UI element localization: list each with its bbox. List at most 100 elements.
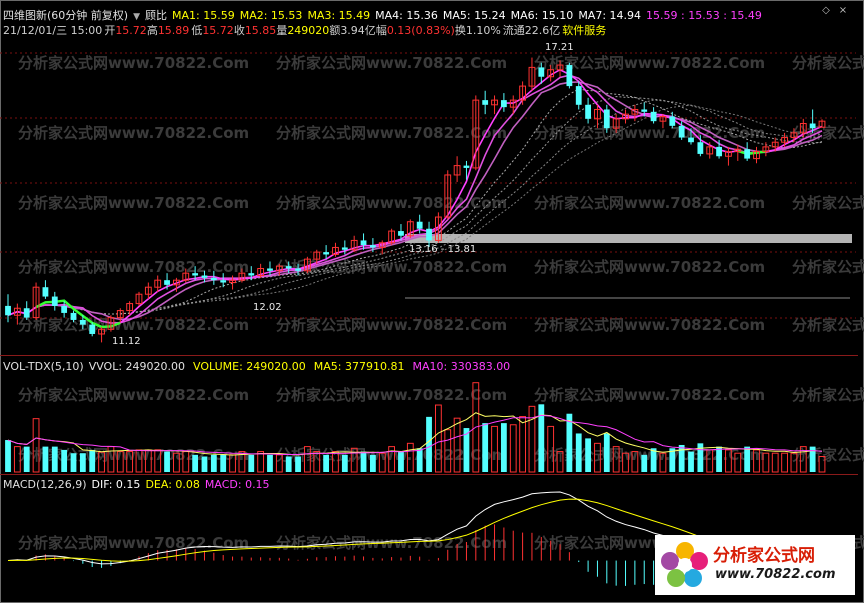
chart-canvas: 分析家公式网www.70822.Com 分析家公式网www.70822.Com 分析…	[0, 52, 864, 590]
candle-body	[688, 137, 694, 143]
watermark-text: 分析家公式网www.70822.Com	[792, 446, 864, 464]
candle-body	[585, 104, 591, 119]
extra-values: 15.59 : 15.53 : 15.49	[646, 9, 762, 22]
watermark-text: 分析家公式网www.70822.Com	[792, 258, 864, 276]
change-value: 0.13(0.83%)	[386, 24, 455, 37]
highlight-band	[405, 234, 852, 243]
volume-bar	[285, 456, 292, 472]
candle-body	[538, 67, 545, 77]
sector-label[interactable]: 软件服务	[562, 24, 606, 37]
volume-bar	[744, 446, 751, 472]
candle-body	[669, 116, 676, 126]
volume-bar	[360, 451, 367, 472]
volume-bar	[201, 456, 208, 472]
volume-bar	[575, 433, 582, 472]
candle-body	[295, 268, 301, 271]
watermark-text: 分析家公式网www.70822.Com	[18, 258, 249, 276]
ma1-label: MA1: 15.59	[172, 9, 235, 22]
low-price-label: 11.12	[112, 336, 141, 347]
volume-bar	[369, 454, 376, 472]
candle-body	[500, 100, 507, 108]
open-value: 15.72	[115, 24, 147, 37]
candle-body	[416, 221, 423, 229]
turnover-caption: 换	[454, 24, 466, 37]
panel-separator-volume	[0, 355, 858, 356]
volume-bar	[771, 452, 779, 473]
volume-bar	[585, 438, 591, 472]
volume-bar	[42, 446, 49, 472]
volume-bar	[426, 416, 432, 472]
vol-ma10-value: MA10: 330383.00	[412, 360, 511, 373]
macd-indicator-name[interactable]: MACD(12,26,9)	[3, 478, 87, 491]
volume-bar	[781, 452, 788, 473]
dif-value: DIF: 0.15	[91, 478, 141, 491]
vol-ma5-value: MA5: 377910.81	[313, 360, 405, 373]
volume-bar	[220, 454, 227, 472]
indicator-name[interactable]: 顾比	[145, 9, 167, 22]
volume-header: VOL-TDX(5,10) VVOL: 249020.00 VOLUME: 2490…	[3, 360, 515, 373]
panel-separator-macd	[0, 474, 858, 475]
amount-caption: 额	[329, 24, 341, 37]
watermark-text: 分析家公式网www.70822.Com	[18, 386, 249, 404]
watermark-text: 分析家公式网www.70822.Com	[534, 124, 765, 142]
candle-body	[61, 305, 68, 313]
dea-value: DEA: 0.08	[145, 478, 200, 491]
candle-body	[5, 305, 11, 316]
volume-bar	[566, 413, 573, 472]
candle-body	[51, 296, 58, 306]
close-icon[interactable]: ×	[838, 6, 848, 16]
candle-body	[248, 273, 255, 276]
candle-body	[70, 312, 77, 320]
volume-bar	[79, 453, 86, 472]
watermark-text: 分析家公式网www.70822.Com	[18, 534, 249, 552]
high-price-label: 17.21	[545, 42, 574, 53]
candle-body	[603, 109, 610, 129]
candle-body	[341, 247, 348, 250]
candle-body	[744, 149, 751, 159]
volume-bar	[5, 440, 11, 472]
watermark-text: 分析家公式网www.70822.Com	[276, 54, 507, 72]
volume-bar	[323, 454, 330, 472]
site-logo: 分析家公式网 www.70822.com	[655, 535, 855, 595]
volume-bar	[416, 448, 423, 472]
amount-value: 3.94亿	[340, 24, 376, 37]
low-value: 15.72	[202, 24, 234, 37]
volume-bar	[509, 424, 517, 473]
candle-body	[369, 245, 376, 248]
watermark-text: 分析家公式网www.70822.Com	[534, 258, 765, 276]
ma4-label: MA4: 15.36	[375, 9, 438, 22]
watermark-text: 分析家公式网www.70822.Com	[534, 386, 765, 404]
volume-bar	[192, 454, 199, 472]
volume-bar	[341, 454, 348, 472]
volume-value-label: VOLUME: 249020.00	[193, 360, 306, 373]
volume-bar	[70, 453, 77, 472]
volume-bar	[688, 451, 694, 472]
diamond-icon[interactable]: ◇	[821, 6, 831, 16]
volume-bar	[519, 416, 526, 473]
candle-body	[426, 228, 432, 241]
watermark-text: 分析家公式网www.70822.Com	[18, 124, 249, 142]
menu-chevron-icon[interactable]: ▼	[133, 12, 140, 22]
watermark-text: 分析家公式网www.70822.Com	[792, 54, 864, 72]
volume-bar	[23, 446, 30, 472]
change-caption: 幅	[375, 24, 387, 37]
volume-bar	[716, 446, 722, 472]
watermark-text: 分析家公式网www.70822.Com	[534, 316, 765, 334]
macd-value: MACD: 0.15	[204, 478, 270, 491]
vol-indicator-name[interactable]: VOL-TDX(5,10)	[3, 360, 84, 373]
volume-bar	[295, 456, 301, 472]
volume-bar	[678, 444, 685, 472]
candle-body	[192, 273, 199, 276]
chart-title[interactable]: 四维图新(60分钟 前复权)	[3, 9, 128, 22]
volume-bar	[51, 446, 58, 472]
volume-bar	[650, 448, 657, 472]
volume-bar	[257, 451, 265, 473]
watermark-text: 分析家公式网www.70822.Com	[18, 54, 249, 72]
candle-body	[89, 324, 96, 334]
price-gridlines	[0, 52, 856, 319]
candle-body	[641, 109, 648, 112]
candle-body	[42, 287, 49, 297]
volume-value: 249020	[287, 24, 330, 37]
candle-body	[482, 100, 489, 105]
logo-url: www.70822.com	[715, 567, 836, 582]
